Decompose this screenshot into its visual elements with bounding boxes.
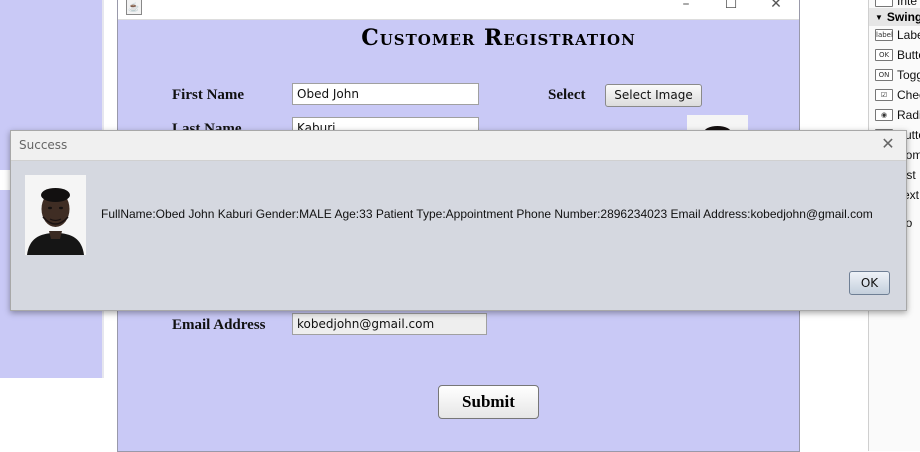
toggle-icon: ON <box>875 69 893 81</box>
maximize-icon[interactable]: ☐ <box>711 0 751 15</box>
select-image-button[interactable]: Select Image <box>605 84 702 107</box>
palette-item-partial[interactable]: Inte <box>875 0 917 8</box>
java-app-icon: ☕ <box>126 0 142 15</box>
email-field[interactable]: kobedjohn@gmail.com <box>292 313 487 335</box>
palette-section-swing[interactable]: ▼ Swing <box>869 8 920 26</box>
palette-item-label[interactable]: label Label <box>875 28 920 42</box>
registration-titlebar: ☕ – ☐ ✕ <box>118 0 799 20</box>
email-label: Email Address <box>172 317 266 333</box>
label-icon: label <box>875 29 893 41</box>
radio-icon: ◉ <box>875 109 893 121</box>
dialog-titlebar: Success ✕ <box>11 131 906 161</box>
select-label: Select <box>548 87 586 103</box>
minimize-icon[interactable]: – <box>666 0 706 15</box>
first-name-field[interactable]: Obed John <box>292 83 479 105</box>
button-icon: OK <box>875 49 893 61</box>
dialog-title: Success <box>19 138 68 152</box>
palette-item-check[interactable]: ☑ Check <box>875 88 920 102</box>
page-title: Customer Registration <box>361 25 636 51</box>
ok-button[interactable]: OK <box>849 271 890 295</box>
close-icon[interactable]: ✕ <box>756 0 796 15</box>
palette-item-radio[interactable]: ◉ Radio <box>875 108 920 122</box>
palette-item-button[interactable]: OK Button <box>875 48 920 62</box>
success-dialog: Success ✕ FullName:Obed John Kaburi Gend… <box>10 130 907 311</box>
palette-icon <box>875 0 893 7</box>
close-icon[interactable]: ✕ <box>878 134 898 154</box>
palette-item-toggle[interactable]: ON Toggle <box>875 68 920 82</box>
customer-photo <box>25 175 86 255</box>
checkbox-icon: ☑ <box>875 89 893 101</box>
dialog-message: FullName:Obed John Kaburi Gender:MALE Ag… <box>101 207 873 221</box>
chevron-down-icon: ▼ <box>875 12 883 22</box>
first-name-label: First Name <box>172 87 245 103</box>
submit-button[interactable]: Submit <box>438 385 539 419</box>
